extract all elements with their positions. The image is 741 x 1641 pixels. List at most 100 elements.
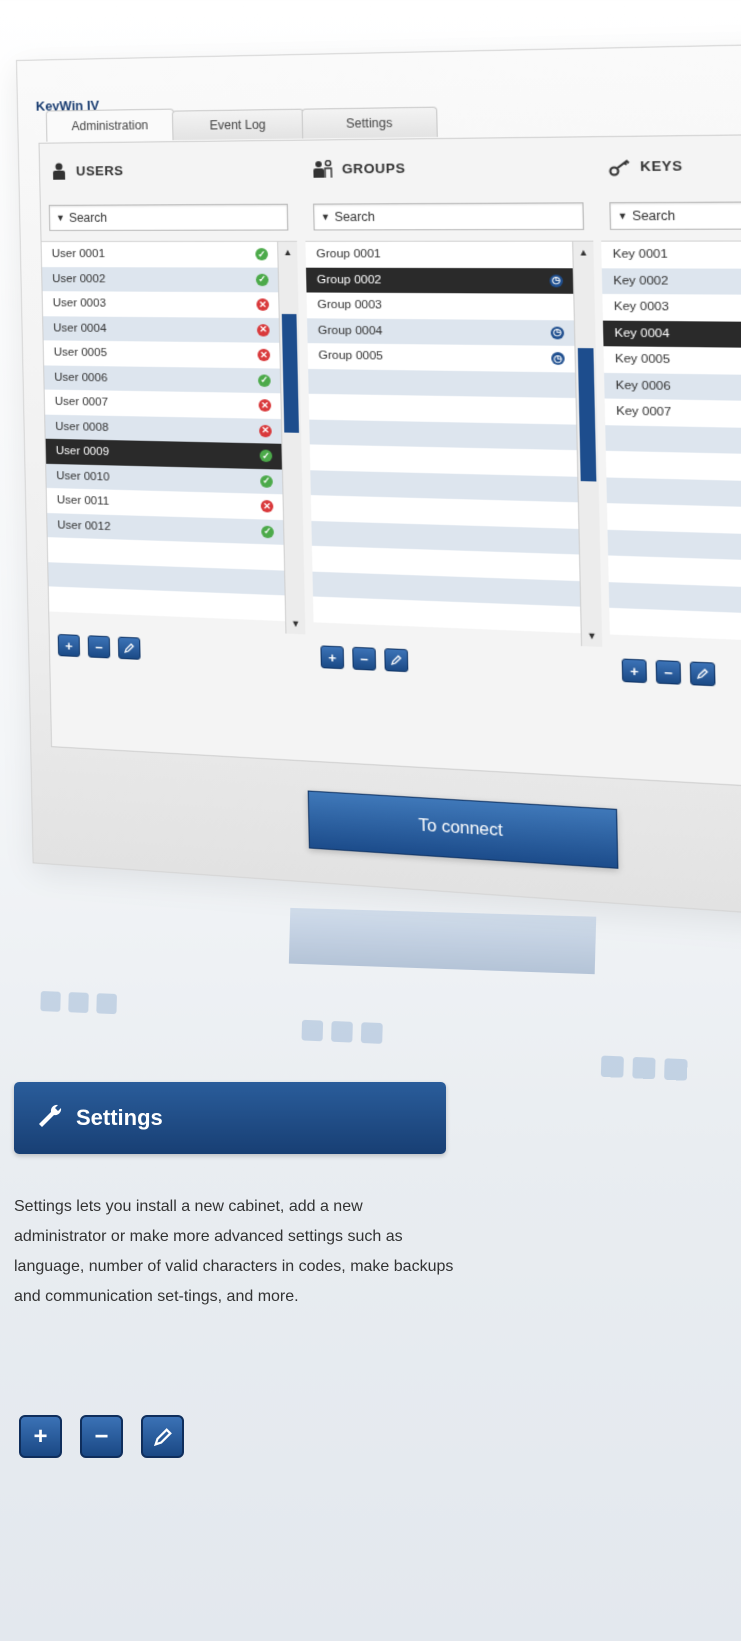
list-item[interactable]: Group 0005 ◷: [307, 343, 577, 372]
remove-key-button[interactable]: −: [655, 659, 682, 685]
list-item-label: Key 0003: [613, 300, 670, 314]
list-item[interactable]: Key 0003: [602, 293, 741, 322]
list-item-label: Key 0007: [616, 405, 672, 420]
keys-search-label: Search: [631, 208, 676, 224]
check-icon: ✓: [261, 525, 274, 539]
tab-settings[interactable]: Settings: [301, 106, 438, 139]
edit-key-button[interactable]: [689, 661, 716, 687]
empty-row: [609, 607, 741, 644]
add-key-button[interactable]: +: [621, 658, 648, 684]
cross-icon: ✕: [256, 323, 270, 337]
search-dropdown-icon: ▼: [320, 211, 331, 223]
list-item[interactable]: Key 0002: [601, 267, 741, 296]
settings-description: Settings lets you install a new cabinet,…: [14, 1198, 454, 1305]
users-scroll-thumb[interactable]: [281, 313, 299, 433]
buttons-reflection: [600, 1055, 688, 1081]
users-actions: + −: [57, 633, 141, 660]
list-item[interactable]: Key 0001: [601, 241, 741, 269]
list-item-label: User 0011: [56, 494, 110, 509]
list-item[interactable]: Group 0004 ◷: [307, 317, 576, 346]
settings-banner: Settings: [14, 1082, 446, 1154]
remove-group-button[interactable]: −: [352, 646, 377, 671]
list-item[interactable]: Key 0004: [602, 320, 741, 349]
wrench-icon: [36, 1102, 64, 1135]
tab-administration[interactable]: Administration: [45, 108, 175, 142]
list-item[interactable]: Group 0001: [305, 241, 574, 268]
list-item-label: User 0003: [52, 297, 107, 310]
remove-button[interactable]: −: [80, 1415, 123, 1458]
check-icon: ✓: [257, 374, 271, 387]
list-item-label: User 0008: [55, 420, 109, 434]
administration-content: USERS ▼ Search User 0001 ✓ User 0002 ✓ User …: [38, 133, 741, 793]
add-button[interactable]: +: [19, 1415, 62, 1458]
list-item-label: User 0001: [51, 248, 106, 261]
cross-icon: ✕: [259, 424, 272, 438]
groups-scroll-thumb[interactable]: [577, 348, 597, 482]
groups-search-input[interactable]: ▼ Search: [313, 202, 585, 231]
scroll-up-icon[interactable]: ▲: [573, 242, 594, 263]
list-item-label: User 0012: [57, 519, 111, 533]
list-item-label: Group 0002: [316, 273, 382, 287]
edit-user-button[interactable]: [117, 636, 141, 660]
users-list: User 0001 ✓ User 0002 ✓ User 0003 ✕ User 0004 ✕…: [41, 240, 306, 635]
edit-button[interactable]: [141, 1415, 184, 1458]
list-item-label: User 0009: [55, 445, 110, 459]
check-icon: ✓: [255, 248, 269, 261]
list-item[interactable]: User 0006 ✓: [44, 364, 282, 394]
list-item[interactable]: Key 0005: [603, 346, 741, 376]
check-icon: ✓: [260, 474, 273, 488]
buttons-reflection: [301, 1019, 383, 1044]
edit-group-button[interactable]: [384, 648, 409, 673]
connect-reflection: [288, 907, 597, 975]
pencil-icon: [123, 642, 135, 655]
list-item[interactable]: User 0003 ✕: [42, 291, 280, 318]
keywin-window: KeyWin IV Administration Event Log Setti…: [16, 42, 741, 921]
users-search-input[interactable]: ▼ Search: [48, 203, 289, 231]
keys-search-input[interactable]: ▼ Search: [609, 201, 741, 230]
pencil-icon: [153, 1427, 172, 1446]
legend-buttons: + −: [19, 1415, 184, 1458]
keys-title: KEYS: [639, 157, 683, 175]
cross-icon: ✕: [258, 399, 272, 412]
keys-list: Key 0001 Key 0002 Key 0003 Key 0004 Key 0005…: [601, 240, 741, 658]
list-item-label: Group 0005: [318, 349, 384, 363]
pencil-icon: [390, 654, 403, 667]
tab-bar: Administration Event Log Settings: [45, 106, 438, 142]
scroll-down-icon[interactable]: ▼: [286, 613, 305, 634]
clock-icon: ◷: [551, 352, 565, 366]
users-search-label: Search: [68, 210, 108, 225]
cross-icon: ✕: [257, 349, 271, 362]
list-item-label: User 0004: [53, 322, 107, 335]
user-icon: [48, 160, 70, 182]
list-item-label: Group 0003: [317, 299, 383, 312]
add-group-button[interactable]: +: [320, 645, 345, 670]
remove-user-button[interactable]: −: [87, 635, 111, 659]
search-dropdown-icon: ▼: [617, 210, 628, 222]
groups-list: Group 0001 Group 0002 ◷ Group 0003 Group 000…: [305, 240, 603, 647]
list-item[interactable]: Group 0003: [306, 292, 575, 320]
clock-icon: ◷: [549, 274, 564, 288]
list-item[interactable]: User 0005 ✕: [43, 340, 281, 369]
check-icon: ✓: [259, 449, 273, 463]
check-icon: ✓: [255, 273, 269, 286]
list-item[interactable]: User 0001 ✓: [41, 241, 279, 268]
groups-panel: GROUPS ▼ Search Group 0001 Group 0002 ◷ Gro…: [303, 137, 603, 647]
list-item-label: Key 0006: [615, 379, 671, 393]
list-item[interactable]: User 0002 ✓: [42, 266, 280, 293]
list-item[interactable]: Group 0002 ◷: [305, 267, 575, 294]
clock-icon: ◷: [550, 326, 565, 340]
connect-button[interactable]: To connect: [307, 790, 619, 869]
keys-actions: + −: [621, 658, 716, 687]
scroll-up-icon[interactable]: ▲: [278, 242, 297, 263]
list-item[interactable]: User 0004 ✕: [43, 315, 281, 343]
key-icon: [608, 154, 633, 178]
tab-event-log[interactable]: Event Log: [171, 108, 305, 141]
scroll-down-icon[interactable]: ▼: [582, 625, 603, 647]
list-item-label: Key 0005: [614, 353, 671, 367]
groups-search-label: Search: [334, 209, 376, 225]
cross-icon: ✕: [256, 298, 270, 312]
groups-title: GROUPS: [341, 160, 406, 177]
add-user-button[interactable]: +: [57, 633, 81, 658]
buttons-reflection: [40, 991, 117, 1015]
group-icon: [312, 157, 336, 180]
